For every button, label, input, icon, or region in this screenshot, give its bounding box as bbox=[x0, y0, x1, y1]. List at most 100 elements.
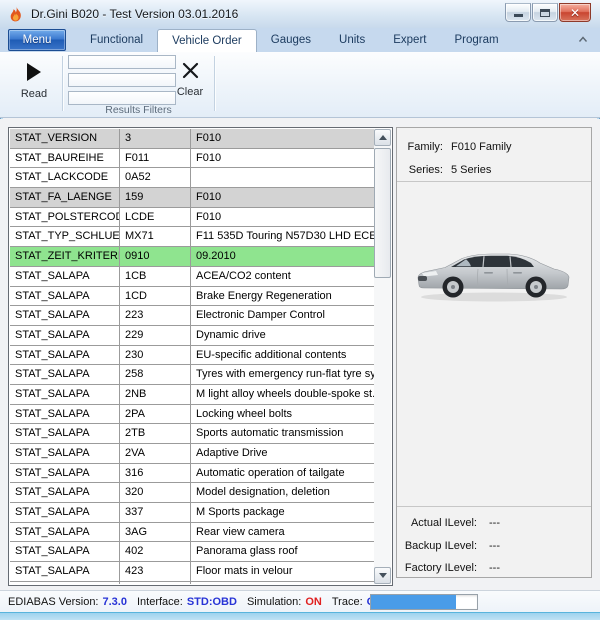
table-row[interactable]: STAT_SALAPA402Panorama glass roof bbox=[10, 542, 374, 562]
table-row[interactable]: STAT_SALAPA320Model designation, deletio… bbox=[10, 483, 374, 503]
table-cell-name bbox=[10, 582, 120, 584]
table-cell-desc bbox=[191, 582, 374, 584]
table-cell-desc: Electronic Damper Control bbox=[191, 306, 374, 325]
vertical-scrollbar[interactable] bbox=[374, 129, 391, 584]
maximize-button[interactable] bbox=[532, 3, 558, 22]
tab-units[interactable]: Units bbox=[325, 28, 379, 52]
table-row[interactable]: STAT_SALAPA423Floor mats in velour bbox=[10, 562, 374, 582]
table-row[interactable]: STAT_SALAPA337M Sports package bbox=[10, 503, 374, 523]
table-row[interactable]: STAT_LACKCODE0A52 bbox=[10, 168, 374, 188]
table-row[interactable]: STAT_SALAPA229Dynamic drive bbox=[10, 326, 374, 346]
table-row[interactable]: STAT_POLSTERCODELCDEF010 bbox=[10, 208, 374, 228]
table-row[interactable]: STAT_TYP_SCHLUES...MX71F11 535D Touring … bbox=[10, 227, 374, 247]
table-row[interactable]: STAT_SALAPA258Tyres with emergency run-f… bbox=[10, 365, 374, 385]
table-cell-code: 402 bbox=[120, 542, 191, 561]
table-row[interactable]: STAT_ZEIT_KRITERI...091009.2010 bbox=[10, 247, 374, 267]
factory-ilevel-label: Factory ILevel: bbox=[397, 562, 477, 574]
table-cell-desc: F010 bbox=[191, 149, 374, 168]
table-row[interactable] bbox=[10, 582, 374, 584]
table-cell-name: STAT_SALAPA bbox=[10, 503, 120, 522]
table-cell-desc: Sports automatic transmission bbox=[191, 424, 374, 443]
table-row[interactable]: STAT_SALAPA2TBSports automatic transmiss… bbox=[10, 424, 374, 444]
table-cell-code: 229 bbox=[120, 326, 191, 345]
table-cell-desc: Tyres with emergency run-flat tyre sy... bbox=[191, 365, 374, 384]
table-cell-desc: M light alloy wheels double-spoke st... bbox=[191, 385, 374, 404]
filter-input-2[interactable] bbox=[68, 73, 176, 87]
ilevel-section: Actual ILevel: --- Backup ILevel: --- Fa… bbox=[397, 512, 591, 579]
table-cell-desc: Floor mats in velour bbox=[191, 562, 374, 581]
results-filters-label: Results Filters bbox=[63, 104, 214, 116]
clear-button[interactable]: Clear bbox=[172, 55, 208, 107]
window-title: Dr.Gini B020 - Test Version 03.01.2016 bbox=[31, 7, 238, 21]
table-row[interactable]: STAT_SALAPA223Electronic Damper Control bbox=[10, 306, 374, 326]
table-cell-code: 159 bbox=[120, 188, 191, 207]
table-cell-name: STAT_TYP_SCHLUES... bbox=[10, 227, 120, 246]
scroll-up-button[interactable] bbox=[374, 129, 391, 146]
table-cell-desc: Model designation, deletion bbox=[191, 483, 374, 502]
table-cell-desc: F010 bbox=[191, 188, 374, 207]
table-cell-name: STAT_SALAPA bbox=[10, 405, 120, 424]
table-cell-code: 320 bbox=[120, 483, 191, 502]
table-row[interactable]: STAT_SALAPA1CBACEA/CO2 content bbox=[10, 267, 374, 287]
menu-button[interactable]: Menu bbox=[8, 29, 66, 51]
minimize-icon bbox=[514, 14, 523, 17]
table-cell-code: MX71 bbox=[120, 227, 191, 246]
vehicle-image bbox=[414, 244, 574, 308]
read-button[interactable]: Read bbox=[10, 55, 58, 113]
table-cell-desc: Panorama glass roof bbox=[191, 542, 374, 561]
tab-vehicle-order[interactable]: Vehicle Order bbox=[157, 29, 257, 52]
tab-functional[interactable]: Functional bbox=[76, 28, 157, 52]
scrollbar-thumb[interactable] bbox=[374, 148, 391, 278]
table-row[interactable]: STAT_SALAPA2VAAdaptive Drive bbox=[10, 444, 374, 464]
factory-ilevel-row: Factory ILevel: --- bbox=[397, 557, 591, 579]
close-button[interactable]: ✕ bbox=[559, 3, 591, 22]
table-cell-code: 2NB bbox=[120, 385, 191, 404]
table-cell-name: STAT_SALAPA bbox=[10, 444, 120, 463]
filter-input-1[interactable] bbox=[68, 55, 176, 69]
clear-button-label: Clear bbox=[177, 86, 203, 98]
table-cell-name: STAT_POLSTERCODE bbox=[10, 208, 120, 227]
table-row[interactable]: STAT_SALAPA2NBM light alloy wheels doubl… bbox=[10, 385, 374, 405]
series-value: 5 Series bbox=[451, 164, 491, 176]
backup-ilevel-label: Backup ILevel: bbox=[397, 540, 477, 552]
table-cell-code bbox=[120, 582, 191, 584]
panel-divider bbox=[397, 506, 591, 507]
tab-expert[interactable]: Expert bbox=[379, 28, 440, 52]
table-cell-name: STAT_SALAPA bbox=[10, 365, 120, 384]
actual-ilevel-label: Actual ILevel: bbox=[397, 517, 477, 529]
table-cell-desc: Automatic operation of tailgate bbox=[191, 464, 374, 483]
close-icon: ✕ bbox=[570, 7, 580, 19]
table-cell-desc: Adaptive Drive bbox=[191, 444, 374, 463]
table-row[interactable]: STAT_FA_LAENGE159F010 bbox=[10, 188, 374, 208]
table-row[interactable]: STAT_SALAPA316Automatic operation of tai… bbox=[10, 464, 374, 484]
table-cell-desc: F010 bbox=[191, 208, 374, 227]
tab-program[interactable]: Program bbox=[440, 28, 512, 52]
tab-gauges[interactable]: Gauges bbox=[257, 28, 325, 52]
series-label: Series: bbox=[397, 164, 443, 176]
simulation-label: Simulation: bbox=[247, 596, 301, 608]
table-cell-name: STAT_SALAPA bbox=[10, 346, 120, 365]
table-cell-name: STAT_ZEIT_KRITERI... bbox=[10, 247, 120, 266]
title-bar[interactable]: Dr.Gini B020 - Test Version 03.01.2016 ✕ bbox=[0, 0, 600, 28]
table-cell-code: 423 bbox=[120, 562, 191, 581]
table-cell-desc: Brake Energy Regeneration bbox=[191, 287, 374, 306]
results-filters-group: Clear Results Filters bbox=[63, 52, 214, 117]
minimize-button[interactable] bbox=[505, 3, 531, 22]
scroll-down-button[interactable] bbox=[374, 567, 391, 584]
factory-ilevel-value: --- bbox=[489, 562, 500, 574]
table-row[interactable]: STAT_SALAPA1CDBrake Energy Regeneration bbox=[10, 287, 374, 307]
results-table: STAT_VERSION3F010STAT_BAUREIHEF011F010ST… bbox=[8, 127, 393, 586]
table-cell-code: 2PA bbox=[120, 405, 191, 424]
app-window: Dr.Gini B020 - Test Version 03.01.2016 ✕… bbox=[0, 0, 600, 620]
table-row[interactable]: STAT_SALAPA2PALocking wheel bolts bbox=[10, 405, 374, 425]
table-row[interactable]: STAT_SALAPA230EU-specific additional con… bbox=[10, 346, 374, 366]
table-row[interactable]: STAT_BAUREIHEF011F010 bbox=[10, 149, 374, 169]
table-row[interactable]: STAT_SALAPA3AGRear view camera bbox=[10, 523, 374, 543]
table-row[interactable]: STAT_VERSION3F010 bbox=[10, 129, 374, 149]
vehicle-panel: Family: F010 Family Series: 5 Series bbox=[396, 127, 592, 578]
table-cell-name: STAT_SALAPA bbox=[10, 326, 120, 345]
family-value: F010 Family bbox=[451, 141, 512, 153]
vehicle-info: Family: F010 Family Series: 5 Series bbox=[397, 128, 591, 181]
collapse-ribbon-icon[interactable] bbox=[578, 36, 588, 43]
filter-input-3[interactable] bbox=[68, 91, 176, 105]
